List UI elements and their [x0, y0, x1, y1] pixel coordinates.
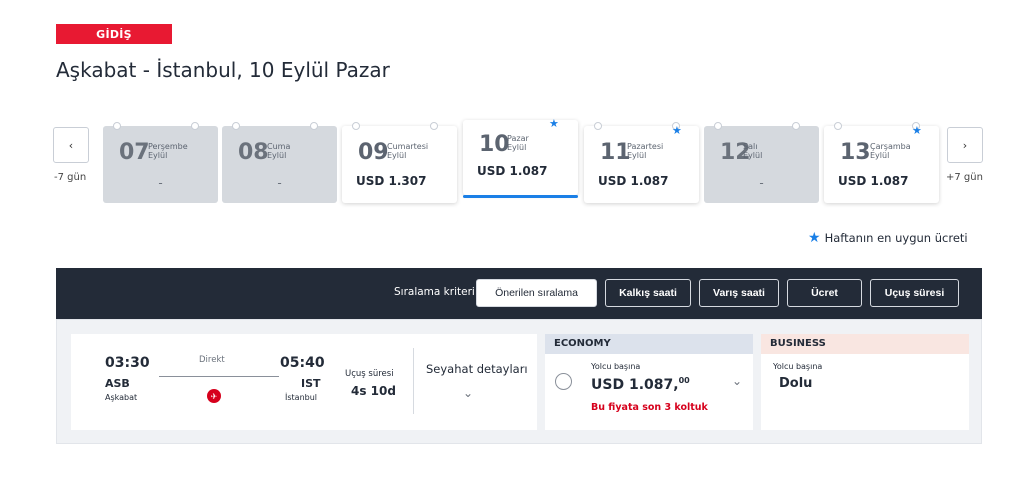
prev-week-label[interactable]: -7 gün	[54, 172, 86, 183]
star-icon: ★	[808, 230, 821, 246]
route-line	[159, 376, 279, 377]
seats-left-warning: Bu fiyata son 3 koltuk	[591, 402, 708, 413]
sort-bar: Sıralama kriteri Önerilen sıralama Kalkı…	[56, 268, 982, 319]
cheapest-legend-text: Haftanın en uygun ücreti	[824, 231, 968, 245]
ticket-notch	[792, 122, 800, 130]
ticket-notch	[594, 122, 602, 130]
star-icon: ★	[672, 124, 682, 137]
stop-type: Direkt	[199, 355, 225, 365]
duration-label: Uçuş süresi	[345, 369, 394, 379]
travel-details-link[interactable]: Seyahat detayları	[426, 362, 528, 376]
date-day-month: Cuma Eylül	[267, 142, 291, 160]
prev-week-button[interactable]: ‹	[53, 127, 89, 163]
date-price: -	[277, 176, 282, 190]
arrival-time: 05:40	[280, 355, 325, 371]
ticket-notch	[310, 122, 318, 130]
ticket-notch	[232, 122, 240, 130]
date-number: 10	[479, 132, 510, 157]
chevron-left-icon: ‹	[68, 138, 74, 152]
chevron-down-icon[interactable]: ⌄	[732, 374, 742, 388]
ticket-notch	[430, 122, 438, 130]
economy-price-main: USD 1.087,	[591, 377, 679, 393]
ticket-notch	[714, 122, 722, 130]
date-price: -	[759, 176, 764, 190]
date-card-10[interactable]: 10 Pazar Eylül USD 1.087 ★	[463, 117, 578, 198]
chevron-right-icon: ›	[962, 138, 968, 152]
date-price: USD 1.087	[838, 174, 909, 188]
date-card-09[interactable]: 09 Cumartesi Eylül USD 1.307	[342, 122, 457, 203]
business-fare-card[interactable]: BUSINESS Yolcu başına Dolu	[761, 334, 969, 430]
duration-value: 4s 10d	[351, 384, 396, 398]
ticket-notch	[834, 122, 842, 130]
next-week-label[interactable]: +7 gün	[946, 172, 983, 183]
date-day-month: Pazar Eylül	[507, 134, 529, 152]
date-card-13[interactable]: 13 Çarşamba Eylül USD 1.087 ★	[824, 122, 939, 203]
date-day-month: Cumartesi Eylül	[387, 142, 429, 160]
date-price: USD 1.307	[356, 174, 427, 188]
economy-fare-card[interactable]: ECONOMY Yolcu başına USD 1.087,00 ⌄ Bu f…	[545, 334, 753, 430]
economy-title: ECONOMY	[545, 334, 753, 354]
sort-departure-button[interactable]: Kalkış saati	[605, 279, 691, 307]
turkish-airlines-logo-icon: ✈	[207, 389, 221, 403]
date-day-month: Çarşamba Eylül	[870, 142, 911, 160]
date-price: -	[158, 176, 163, 190]
route-title: Aşkabat - İstanbul, 10 Eylül Pazar	[56, 58, 390, 82]
sort-price-button[interactable]: Ücret	[787, 279, 862, 307]
date-number: 07	[119, 140, 150, 165]
sort-arrival-button[interactable]: Varış saati	[699, 279, 779, 307]
selected-date-indicator	[463, 195, 578, 198]
direction-badge: GİDİŞ	[56, 24, 172, 44]
date-card-07: 07 Perşembe Eylül -	[103, 122, 218, 203]
flight-results: 03:30 ASB Aşkabat Direkt ✈ 05:40 IST İst…	[56, 319, 982, 444]
business-title: BUSINESS	[761, 334, 969, 354]
ticket-notch	[352, 122, 360, 130]
departure-city: Aşkabat	[105, 393, 138, 402]
date-card-08: 08 Cuma Eylül -	[222, 122, 337, 203]
star-icon: ★	[549, 117, 559, 130]
next-week-button[interactable]: ›	[947, 127, 983, 163]
date-day-month: Salı Eylül	[743, 142, 763, 160]
star-icon: ★	[912, 124, 922, 137]
date-card-12: 12 Salı Eylül -	[704, 122, 819, 203]
date-card-11[interactable]: 11 Pazartesi Eylül USD 1.087 ★	[584, 122, 699, 203]
economy-price: USD 1.087,00	[591, 376, 690, 393]
date-day-month: Pazartesi Eylül	[627, 142, 664, 160]
ticket-notch	[113, 122, 121, 130]
date-day-month: Perşembe Eylül	[148, 142, 188, 160]
flight-card[interactable]: 03:30 ASB Aşkabat Direkt ✈ 05:40 IST İst…	[71, 334, 537, 430]
date-number: 13	[840, 140, 871, 165]
arrival-code: IST	[301, 377, 321, 390]
economy-price-cents: 00	[678, 376, 690, 385]
economy-per-passenger: Yolcu başına	[591, 362, 641, 371]
sort-label: Sıralama kriteri	[394, 286, 475, 298]
departure-time: 03:30	[105, 355, 150, 371]
divider	[413, 348, 414, 414]
ticket-notch	[191, 122, 199, 130]
sort-duration-button[interactable]: Uçuş süresi	[870, 279, 959, 307]
business-per-passenger: Yolcu başına	[773, 362, 823, 371]
date-price: USD 1.087	[477, 164, 548, 178]
arrival-city: İstanbul	[285, 393, 318, 402]
business-status: Dolu	[779, 376, 813, 391]
date-price: USD 1.087	[598, 174, 669, 188]
economy-radio[interactable]	[555, 373, 572, 390]
cheapest-legend: ★ Haftanın en uygun ücreti	[808, 230, 968, 246]
date-number: 08	[238, 140, 269, 165]
sort-recommended-button[interactable]: Önerilen sıralama	[476, 279, 597, 307]
chevron-down-icon[interactable]: ⌄	[463, 386, 473, 400]
date-number: 09	[358, 140, 389, 165]
departure-code: ASB	[105, 377, 130, 390]
